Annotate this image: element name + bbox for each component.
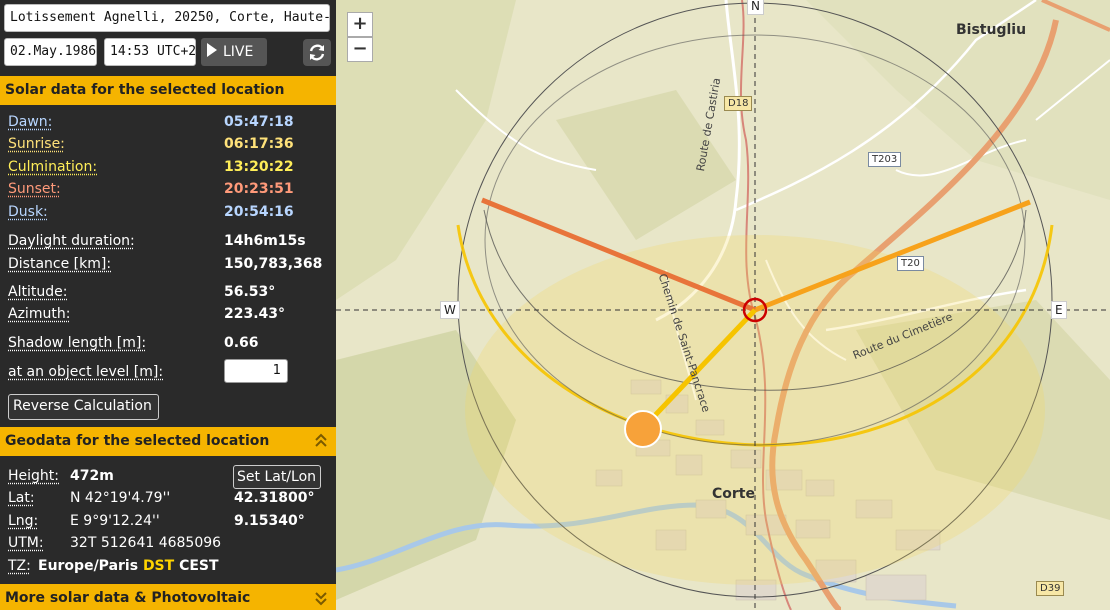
culmination-value: 13:20:22	[224, 159, 294, 175]
azimuth-value: 223.43°	[224, 306, 286, 322]
zoom-out-button[interactable]: −	[347, 37, 373, 62]
compass-east-label: E	[1051, 301, 1067, 319]
lat-decimal: 42.31800°	[234, 490, 315, 506]
sunrise-value: 06:17:36	[224, 136, 294, 152]
expand-chevron-icon[interactable]	[314, 589, 328, 607]
altitude-value: 56.53°	[224, 284, 276, 300]
road-shield-t20: T20	[897, 256, 924, 271]
lng-dms: E 9°9'12.24''	[70, 513, 160, 529]
lng-label[interactable]: Lng:	[8, 513, 38, 529]
refresh-icon	[309, 44, 325, 61]
more-solar-section-header[interactable]: More solar data & Photovoltaic	[0, 584, 336, 610]
dawn-label[interactable]: Dawn:	[8, 114, 52, 130]
reverse-calculation-button[interactable]: Reverse Calculation	[8, 394, 159, 420]
solar-section-title: Solar data for the selected location	[5, 82, 285, 98]
collapse-chevron-icon[interactable]	[314, 432, 328, 450]
tz-dst: DST	[142, 558, 175, 574]
place-bistugliu: Bistugliu	[956, 22, 1027, 38]
address-field[interactable]: Lotissement Agnelli, 20250, Corte, Haute…	[4, 4, 330, 32]
time-field[interactable]: 14:53 UTC+2	[104, 38, 196, 66]
culmination-label[interactable]: Culmination:	[8, 159, 97, 175]
road-shield-d39: D39	[1036, 581, 1065, 596]
compass-north-label: N	[747, 0, 764, 15]
road-shield-t203: T203	[868, 152, 902, 167]
lat-dms: N 42°19'4.79''	[70, 490, 171, 506]
map-view[interactable]: + − N W E Bistugliu Corte D18 T203 T20 D…	[336, 0, 1110, 610]
date-field[interactable]: 02.May.1986	[4, 38, 97, 66]
tz-value: Europe/Paris DST CEST	[38, 558, 219, 574]
lat-label[interactable]: Lat:	[8, 490, 35, 506]
live-label: LIVE	[223, 44, 254, 60]
shadow-length-label[interactable]: Shadow length [m]:	[8, 335, 146, 351]
tz-label[interactable]: TZ:	[8, 558, 31, 574]
tz-abbr: CEST	[179, 558, 219, 574]
set-lat-lon-button[interactable]: Set Lat/Lon	[233, 465, 321, 489]
shadow-length-value: 0.66	[224, 335, 259, 351]
play-icon	[207, 43, 217, 57]
road-shield-d18: D18	[724, 96, 753, 111]
distance-value: 150,783,368	[224, 256, 323, 272]
altitude-label[interactable]: Altitude:	[8, 284, 67, 300]
refresh-button[interactable]	[303, 39, 331, 66]
live-button[interactable]: LIVE	[201, 38, 267, 66]
place-corte: Corte	[712, 486, 755, 502]
geodata-section-header[interactable]: Geodata for the selected location	[0, 427, 336, 456]
sun-position-icon[interactable]	[624, 410, 662, 448]
sunset-label[interactable]: Sunset:	[8, 181, 61, 197]
height-label[interactable]: Height:	[8, 468, 59, 484]
azimuth-label[interactable]: Azimuth:	[8, 306, 70, 322]
tz-zone: Europe/Paris	[38, 558, 139, 574]
compass-west-label: W	[440, 301, 460, 319]
dusk-value: 20:54:16	[224, 204, 294, 220]
solar-section-header[interactable]: Solar data for the selected location	[0, 76, 336, 105]
more-solar-title: More solar data & Photovoltaic	[5, 590, 251, 606]
object-level-input[interactable]: 1	[224, 359, 288, 383]
sunset-value: 20:23:51	[224, 181, 294, 197]
utm-label[interactable]: UTM:	[8, 535, 44, 551]
geodata-section-title: Geodata for the selected location	[5, 433, 270, 449]
object-level-label[interactable]: at an object level [m]:	[8, 364, 163, 380]
lng-decimal: 9.15340°	[234, 513, 305, 529]
zoom-in-button[interactable]: +	[347, 12, 373, 37]
sunrise-label[interactable]: Sunrise:	[8, 136, 65, 152]
dusk-label[interactable]: Dusk:	[8, 204, 48, 220]
side-panel: Lotissement Agnelli, 20250, Corte, Haute…	[0, 0, 336, 610]
daylight-value: 14h6m15s	[224, 233, 306, 249]
distance-label[interactable]: Distance [km]:	[8, 256, 111, 272]
daylight-label[interactable]: Daylight duration:	[8, 233, 135, 249]
utm-value: 32T 512641 4685096	[70, 535, 222, 551]
dawn-value: 05:47:18	[224, 114, 294, 130]
height-value: 472m	[70, 468, 114, 484]
